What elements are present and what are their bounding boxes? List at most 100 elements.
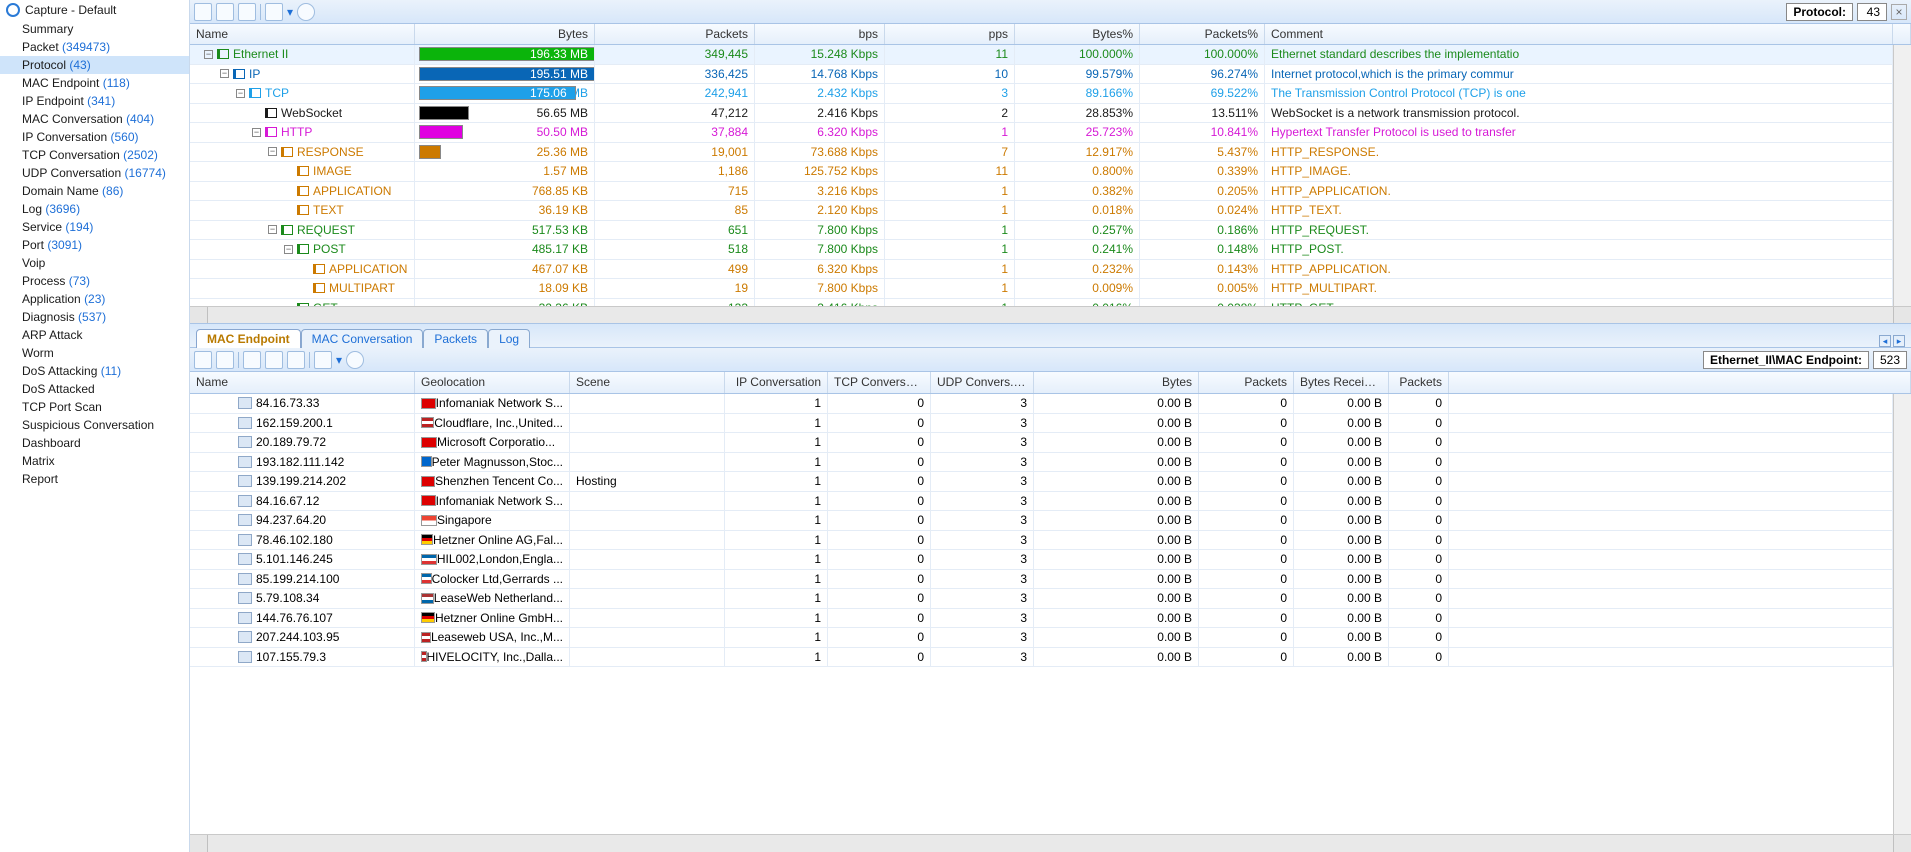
column-header[interactable]: Comment	[1265, 24, 1893, 44]
column-header[interactable]: Geolocation	[415, 372, 570, 393]
sidebar-item-dashboard[interactable]: Dashboard	[0, 434, 189, 452]
sidebar-item-voip[interactable]: Voip	[0, 254, 189, 272]
sidebar-item-dos-attacking[interactable]: DoS Attacking (11)	[0, 362, 189, 380]
tree-toggle-icon[interactable]: −	[284, 245, 293, 254]
table-row[interactable]: GET32.36 KB1333.416 Kbps10.016%0.038%HTT…	[190, 299, 1893, 306]
sidebar-item-report[interactable]: Report	[0, 470, 189, 488]
sidebar-item-service[interactable]: Service (194)	[0, 218, 189, 236]
table-row[interactable]: MULTIPART18.09 KB197.800 Kbps10.009%0.00…	[190, 279, 1893, 299]
tab-mac-conversation[interactable]: MAC Conversation	[301, 329, 424, 348]
sidebar-item-port[interactable]: Port (3091)	[0, 236, 189, 254]
table-row[interactable]: 107.155.79.3 HIVELOCITY, Inc.,Dalla...10…	[190, 648, 1893, 668]
bottom-toolbar-dropdown-icon[interactable]: ▾	[336, 353, 342, 367]
table-row[interactable]: 5.101.146.245 HIL002,London,Engla...1030…	[190, 550, 1893, 570]
table-row[interactable]: 94.237.64.20 Singapore1030.00 B00.00 B0	[190, 511, 1893, 531]
sidebar-item-diagnosis[interactable]: Diagnosis (537)	[0, 308, 189, 326]
tree-toggle-icon[interactable]: −	[268, 225, 277, 234]
toolbar-dropdown-icon[interactable]: ▾	[287, 5, 293, 19]
bottom-toolbar-play-icon[interactable]	[346, 351, 364, 369]
table-row[interactable]: IMAGE1.57 MB1,186125.752 Kbps110.800%0.3…	[190, 162, 1893, 182]
sidebar-item-ip-conversation[interactable]: IP Conversation (560)	[0, 128, 189, 146]
tab-packets[interactable]: Packets	[423, 329, 488, 348]
tab-scroll-right-icon[interactable]: ▸	[1893, 335, 1905, 347]
sidebar-item-mac-endpoint[interactable]: MAC Endpoint (118)	[0, 74, 189, 92]
column-header[interactable]: Packets	[1199, 372, 1294, 393]
table-row[interactable]: 207.244.103.95 Leaseweb USA, Inc.,M...10…	[190, 628, 1893, 648]
tab-mac-endpoint[interactable]: MAC Endpoint	[196, 329, 301, 348]
sidebar-item-tcp-conversation[interactable]: TCP Conversation (2502)	[0, 146, 189, 164]
bottom-refresh-icon[interactable]	[314, 351, 332, 369]
sidebar-item-mac-conversation[interactable]: MAC Conversation (404)	[0, 110, 189, 128]
sidebar-item-domain-name[interactable]: Domain Name (86)	[0, 182, 189, 200]
table-row[interactable]: −Ethernet II196.33 MB349,44515.248 Kbps1…	[190, 45, 1893, 65]
table-row[interactable]: 144.76.76.107 Hetzner Online GmbH...1030…	[190, 609, 1893, 629]
sidebar-item-suspicious-conversation[interactable]: Suspicious Conversation	[0, 416, 189, 434]
bottom-toolbar-btn-3[interactable]	[243, 351, 261, 369]
table-row[interactable]: 139.199.214.202 Shenzhen Tencent Co...Ho…	[190, 472, 1893, 492]
table-row[interactable]: 193.182.111.142 Peter Magnusson,Stoc...1…	[190, 453, 1893, 473]
tree-toggle-icon[interactable]: −	[204, 50, 213, 59]
table-row[interactable]: 78.46.102.180 Hetzner Online AG,Fal...10…	[190, 531, 1893, 551]
sidebar-item-application[interactable]: Application (23)	[0, 290, 189, 308]
toolbar-btn-1[interactable]	[194, 3, 212, 21]
column-header[interactable]: Bytes	[415, 24, 595, 44]
column-header[interactable]: Packets	[1389, 372, 1449, 393]
sidebar-item-ip-endpoint[interactable]: IP Endpoint (341)	[0, 92, 189, 110]
table-row[interactable]: −TCP175.06 MB242,9412.432 Kbps389.166%69…	[190, 84, 1893, 104]
capture-header[interactable]: Capture - Default	[0, 0, 189, 20]
table-row[interactable]: 162.159.200.1 Cloudflare, Inc.,United...…	[190, 414, 1893, 434]
sidebar-item-worm[interactable]: Worm	[0, 344, 189, 362]
column-header[interactable]: TCP Conversati...	[828, 372, 931, 393]
sidebar-item-udp-conversation[interactable]: UDP Conversation (16774)	[0, 164, 189, 182]
table-row[interactable]: −IP195.51 MB336,42514.768 Kbps1099.579%9…	[190, 65, 1893, 85]
vertical-scrollbar[interactable]	[1893, 394, 1911, 834]
column-header[interactable]: bps	[755, 24, 885, 44]
sidebar-item-process[interactable]: Process (73)	[0, 272, 189, 290]
table-row[interactable]: 5.79.108.34 LeaseWeb Netherland...1030.0…	[190, 589, 1893, 609]
tree-toggle-icon[interactable]: −	[236, 89, 245, 98]
column-header[interactable]: Scene	[570, 372, 725, 393]
column-header[interactable]: IP Conversation	[725, 372, 828, 393]
column-header[interactable]: Bytes Received	[1294, 372, 1389, 393]
sidebar-item-summary[interactable]: Summary	[0, 20, 189, 38]
horizontal-scrollbar[interactable]	[190, 306, 1911, 323]
toolbar-play-icon[interactable]	[297, 3, 315, 21]
column-header[interactable]: UDP Convers... ▾	[931, 372, 1034, 393]
protocol-grid-body[interactable]: −Ethernet II196.33 MB349,44515.248 Kbps1…	[190, 45, 1893, 306]
table-row[interactable]: 84.16.67.12 Infomaniak Network S...1030.…	[190, 492, 1893, 512]
tab-log[interactable]: Log	[488, 329, 530, 348]
table-row[interactable]: TEXT36.19 KB852.120 Kbps10.018%0.024%HTT…	[190, 201, 1893, 221]
sidebar-item-tcp-port-scan[interactable]: TCP Port Scan	[0, 398, 189, 416]
table-row[interactable]: −REQUEST517.53 KB6517.800 Kbps10.257%0.1…	[190, 221, 1893, 241]
table-row[interactable]: WebSocket56.65 MB47,2122.416 Kbps228.853…	[190, 104, 1893, 124]
bottom-toolbar-btn-4[interactable]	[265, 351, 283, 369]
refresh-icon[interactable]	[265, 3, 283, 21]
tree-toggle-icon[interactable]: −	[268, 147, 277, 156]
bottom-toolbar-btn-5[interactable]	[287, 351, 305, 369]
tree-toggle-icon[interactable]: −	[252, 128, 261, 137]
tab-scroll-left-icon[interactable]: ◂	[1879, 335, 1891, 347]
sidebar-item-dos-attacked[interactable]: DoS Attacked	[0, 380, 189, 398]
table-row[interactable]: APPLICATION768.85 KB7153.216 Kbps10.382%…	[190, 182, 1893, 202]
column-header[interactable]: pps	[885, 24, 1015, 44]
sidebar-item-packet[interactable]: Packet (349473)	[0, 38, 189, 56]
horizontal-scrollbar[interactable]	[190, 834, 1911, 852]
table-row[interactable]: 84.16.73.33 Infomaniak Network S...1030.…	[190, 394, 1893, 414]
sidebar-item-protocol[interactable]: Protocol (43)	[0, 56, 189, 74]
mac-grid-body[interactable]: 84.16.73.33 Infomaniak Network S...1030.…	[190, 394, 1893, 834]
table-row[interactable]: 20.189.79.72 Microsoft Corporatio...1030…	[190, 433, 1893, 453]
bottom-toolbar-btn-2[interactable]	[216, 351, 234, 369]
table-row[interactable]: −RESPONSE25.36 MB19,00173.688 Kbps712.91…	[190, 143, 1893, 163]
column-header[interactable]: Packets	[595, 24, 755, 44]
column-header[interactable]: Packets%	[1140, 24, 1265, 44]
tree-toggle-icon[interactable]: −	[220, 69, 229, 78]
sidebar-item-matrix[interactable]: Matrix	[0, 452, 189, 470]
sidebar-item-arp-attack[interactable]: ARP Attack	[0, 326, 189, 344]
close-icon[interactable]: ×	[1891, 4, 1907, 20]
table-row[interactable]: −POST485.17 KB5187.800 Kbps10.241%0.148%…	[190, 240, 1893, 260]
bottom-toolbar-btn-1[interactable]	[194, 351, 212, 369]
table-row[interactable]: −HTTP50.50 MB37,8846.320 Kbps125.723%10.…	[190, 123, 1893, 143]
column-header[interactable]: Name	[190, 372, 415, 393]
toolbar-btn-3[interactable]	[238, 3, 256, 21]
sidebar-item-log[interactable]: Log (3696)	[0, 200, 189, 218]
